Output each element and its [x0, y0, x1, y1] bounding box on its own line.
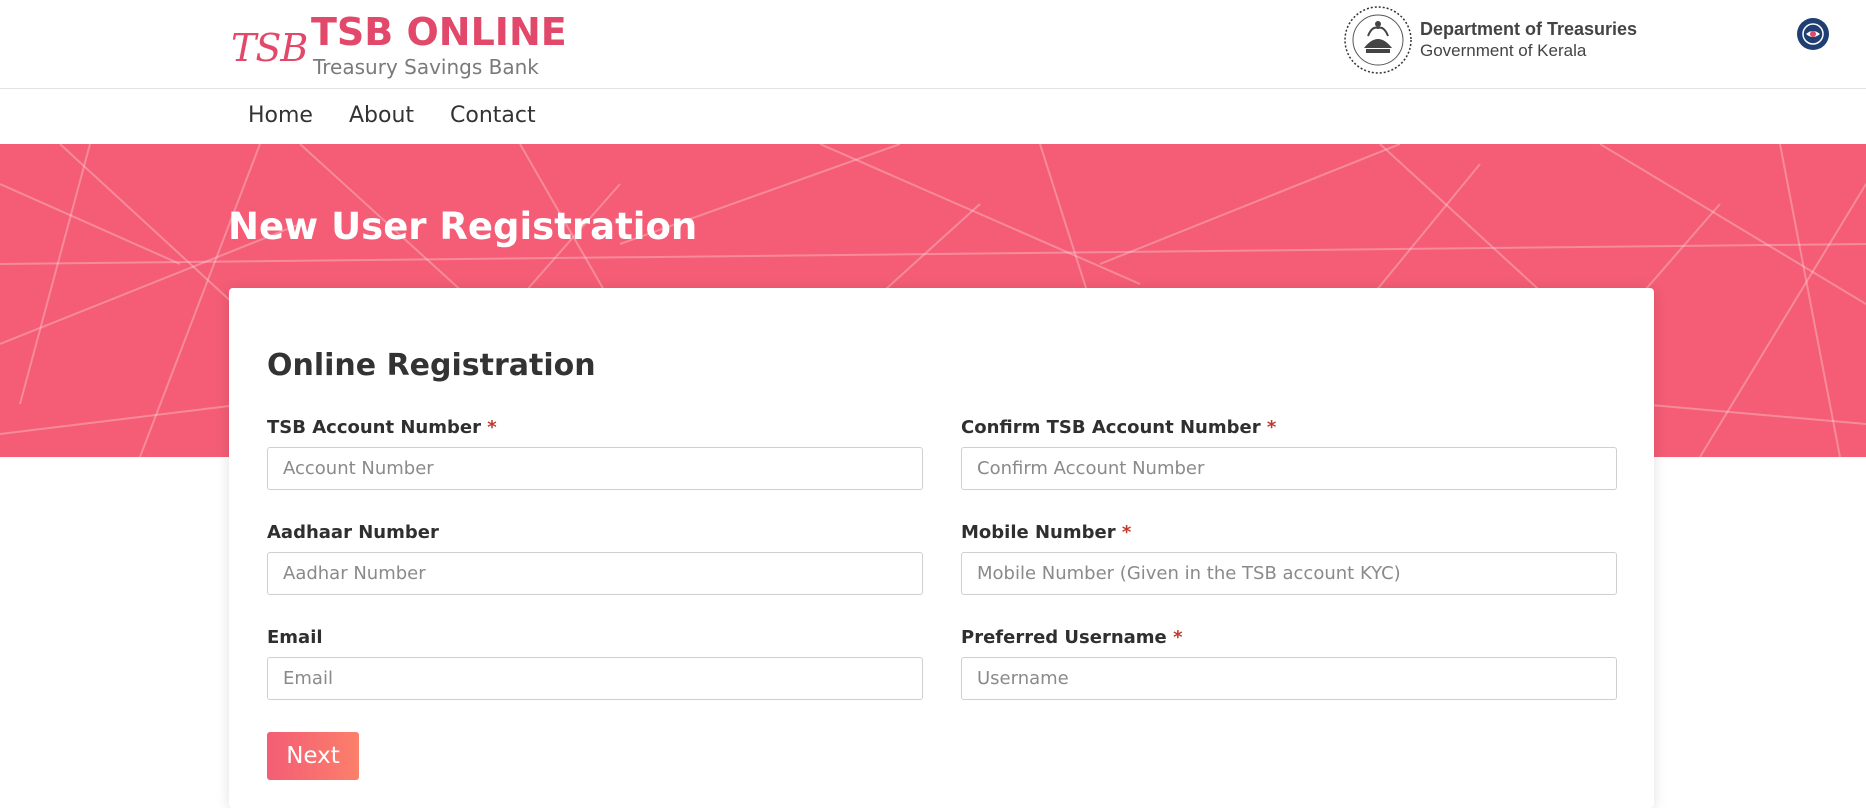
department-subtitle: Government of Kerala	[1420, 41, 1587, 60]
brand-script-mark: TSB	[231, 26, 308, 70]
nav-item-contact[interactable]: Contact	[450, 103, 536, 128]
confirm-account-number-input[interactable]	[961, 447, 1617, 490]
mobile-number-label-text: Mobile Number	[961, 522, 1116, 543]
site-header: TSB TSB ONLINE Treasury Savings Bank Dep…	[0, 0, 1866, 89]
account-number-label: TSB Account Number *	[267, 417, 497, 438]
kerala-emblem-icon	[1344, 6, 1412, 74]
registration-card: Online Registration TSB Account Number *…	[229, 288, 1654, 808]
required-marker: *	[1173, 627, 1183, 648]
eye-icon	[1802, 23, 1824, 45]
department-title: Department of Treasuries	[1420, 19, 1638, 39]
form-title: Online Registration	[267, 348, 596, 383]
brand-subtitle: Treasury Savings Bank	[313, 55, 539, 79]
email-label-text: Email	[267, 627, 323, 648]
main-nav: Home About Contact	[0, 89, 1866, 144]
account-number-label-text: TSB Account Number	[267, 417, 481, 438]
confirm-account-number-label: Confirm TSB Account Number *	[961, 417, 1276, 438]
aadhaar-number-label-text: Aadhaar Number	[267, 522, 439, 543]
account-number-input[interactable]	[267, 447, 923, 490]
mobile-number-input[interactable]	[961, 552, 1617, 595]
nav-item-about[interactable]: About	[349, 103, 414, 128]
email-label: Email	[267, 627, 323, 648]
next-button[interactable]: Next	[267, 732, 359, 780]
required-marker: *	[487, 417, 497, 438]
accessibility-button[interactable]	[1797, 18, 1829, 50]
email-field[interactable]	[267, 657, 923, 700]
username-input[interactable]	[961, 657, 1617, 700]
site-logo[interactable]: TSB TSB ONLINE Treasury Savings Bank	[231, 10, 567, 79]
confirm-account-number-label-text: Confirm TSB Account Number	[961, 417, 1261, 438]
username-label-text: Preferred Username	[961, 627, 1167, 648]
aadhaar-number-input[interactable]	[267, 552, 923, 595]
required-marker: *	[1121, 522, 1132, 543]
mobile-number-label: Mobile Number *	[961, 522, 1131, 543]
page-title: New User Registration	[228, 205, 698, 248]
username-label: Preferred Username *	[961, 627, 1182, 648]
nav-item-home[interactable]: Home	[248, 103, 313, 128]
brand-title: TSB ONLINE	[311, 10, 567, 54]
department-branding: Department of Treasuries Government of K…	[1342, 4, 1662, 76]
required-marker: *	[1266, 417, 1277, 438]
aadhaar-number-label: Aadhaar Number	[267, 522, 439, 543]
